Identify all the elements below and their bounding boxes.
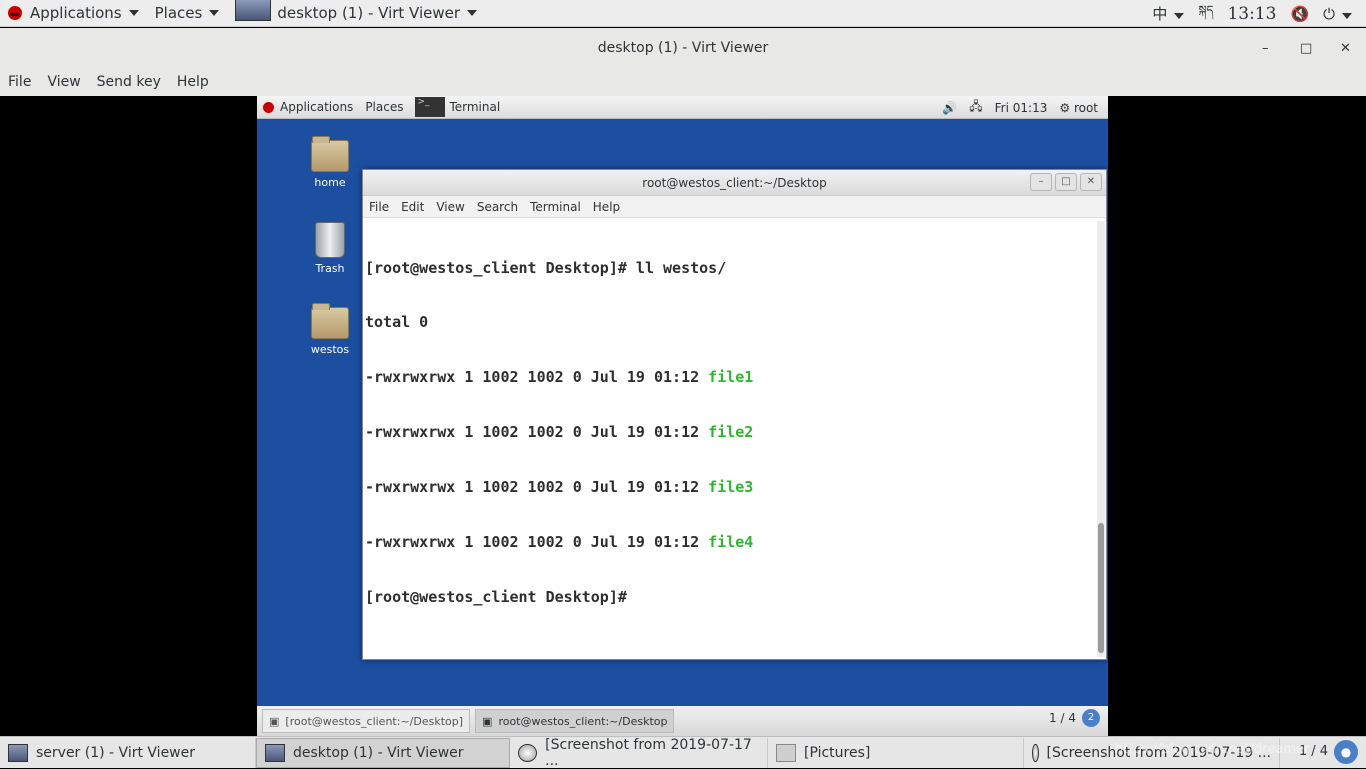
- virt-viewer-icon: [265, 743, 285, 762]
- guest-display[interactable]: Applications Places >_ Terminal 🔊 🖧 Fri 0…: [257, 96, 1108, 736]
- terminal-maximize-button[interactable]: □: [1055, 173, 1077, 191]
- network-icon[interactable]: 🖧: [969, 97, 982, 118]
- host-active-app-label: desktop (1) - Virt Viewer: [277, 4, 461, 22]
- window-titlebar: desktop (1) - Virt Viewer: [0, 28, 1366, 68]
- terminal-titlebar[interactable]: root@westos_client:~/Desktop – □ ✕: [363, 170, 1106, 196]
- desktop-icon-home[interactable]: home: [300, 136, 360, 189]
- chevron-down-icon: [1342, 12, 1352, 19]
- trash-icon: [315, 222, 345, 258]
- terminal-line: -rwxrwxrwx 1 1002 1002 0 Jul 19 01:12 fi…: [365, 423, 754, 442]
- guest-workspace-indicator[interactable]: 1 / 4: [1049, 711, 1076, 725]
- volume-muted-icon[interactable]: 🔇: [1290, 5, 1309, 23]
- desktop-icon-westos[interactable]: westos: [300, 303, 360, 356]
- host-status-area: 中 སྐད 13:13 🔇 ⏻: [1152, 0, 1366, 27]
- host-places-menu[interactable]: Places: [147, 0, 228, 27]
- redhat-icon: [263, 101, 274, 113]
- terminal-line: -rwxrwxrwx 1 1002 1002 0 Jul 19 01:12 fi…: [365, 368, 754, 387]
- terminal-title: root@westos_client:~/Desktop: [642, 175, 827, 190]
- terminal-menu-edit[interactable]: Edit: [395, 200, 430, 214]
- close-button[interactable]: ✕: [1340, 28, 1351, 68]
- window-title: desktop (1) - Virt Viewer: [597, 40, 769, 56]
- terminal-icon: >_: [415, 97, 446, 117]
- maximize-button[interactable]: □: [1300, 28, 1312, 68]
- host-applications-label: Applications: [30, 4, 122, 22]
- host-task-server[interactable]: server (1) - Virt Viewer: [0, 737, 256, 768]
- host-places-label: Places: [154, 4, 203, 22]
- input-method-indicator[interactable]: 中: [1152, 3, 1185, 24]
- watermark: https://blog.csdn.net/dreamer: [1115, 742, 1310, 757]
- virt-viewer-icon: [235, 0, 272, 21]
- host-active-app-menu[interactable]: desktop (1) - Virt Viewer: [227, 0, 485, 27]
- home-folder-icon: [311, 136, 349, 172]
- guest-taskbar: ▣ [root@westos_client:~/Desktop] ▣ root@we…: [257, 706, 1108, 736]
- minimize-button[interactable]: –: [1262, 28, 1269, 68]
- terminal-line: [root@westos_client Desktop]# ll westos/: [365, 258, 727, 277]
- guest-top-bar: Applications Places >_ Terminal 🔊 🖧 Fri 0…: [257, 96, 1108, 119]
- terminal-output[interactable]: [root@westos_client Desktop]# ll westos/…: [365, 221, 1096, 659]
- guest-task-item[interactable]: ▣ [root@westos_client:~/Desktop]: [262, 709, 471, 733]
- guest-notification-badge[interactable]: 2: [1082, 709, 1100, 727]
- terminal-line: [root@westos_client Desktop]#: [365, 587, 627, 606]
- scrollbar-thumb[interactable]: [1098, 523, 1104, 653]
- menu-file[interactable]: File: [0, 74, 39, 90]
- guest-places-menu[interactable]: Places: [359, 100, 409, 114]
- chevron-down-icon: [1174, 13, 1185, 19]
- host-notification-icon[interactable]: ●: [1334, 740, 1358, 764]
- guest-task-item-active[interactable]: ▣ root@westos_client:~/Desktop: [475, 709, 675, 733]
- guest-terminal-menu[interactable]: >_ Terminal: [409, 97, 506, 117]
- terminal-icon: ▣: [482, 714, 493, 728]
- chevron-down-icon: [467, 10, 478, 16]
- folder-icon: [311, 303, 349, 339]
- guest-clock[interactable]: Fri 01:13: [995, 101, 1048, 115]
- chevron-down-icon: [209, 10, 220, 16]
- host-clock[interactable]: 13:13: [1227, 4, 1276, 24]
- menubar: File View Send key Help: [0, 68, 1366, 96]
- terminal-menu-view[interactable]: View: [430, 200, 470, 214]
- host-task-pictures[interactable]: [Pictures]: [768, 737, 1024, 768]
- terminal-line: total 0: [365, 313, 429, 332]
- terminal-scrollbar[interactable]: [1097, 221, 1105, 657]
- host-applications-menu[interactable]: Applications: [0, 0, 147, 27]
- virt-viewer-icon: [8, 743, 28, 762]
- host-task-screenshot-1[interactable]: [Screenshot from 2019-07-17 ...: [510, 737, 768, 769]
- image-viewer-icon: [518, 743, 538, 762]
- terminal-line: -rwxrwxrwx 1 1002 1002 0 Jul 19 01:12 fi…: [365, 533, 754, 552]
- terminal-menu-help[interactable]: Help: [587, 200, 626, 214]
- terminal-menu-search[interactable]: Search: [471, 200, 524, 214]
- user-menu[interactable]: ⚙ root: [1059, 101, 1098, 115]
- terminal-menubar: File Edit View Search Terminal Help: [363, 196, 1106, 218]
- volume-icon[interactable]: 🔊: [942, 101, 957, 115]
- chevron-down-icon: [128, 10, 139, 16]
- host-task-desktop[interactable]: desktop (1) - Virt Viewer: [256, 737, 510, 768]
- terminal-window: root@westos_client:~/Desktop – □ ✕ File …: [362, 169, 1107, 660]
- menu-send-key[interactable]: Send key: [89, 74, 169, 90]
- terminal-icon: ▣: [269, 714, 280, 728]
- terminal-minimize-button[interactable]: –: [1030, 173, 1052, 191]
- redhat-icon: [8, 6, 22, 20]
- locale-indicator[interactable]: སྐད: [1198, 0, 1213, 31]
- terminal-line: -rwxrwxrwx 1 1002 1002 0 Jul 19 01:12 fi…: [365, 478, 754, 497]
- power-icon[interactable]: ⏻: [1323, 5, 1352, 23]
- desktop-icon-trash[interactable]: Trash: [300, 222, 360, 275]
- terminal-close-button[interactable]: ✕: [1080, 173, 1102, 191]
- menu-help[interactable]: Help: [169, 74, 217, 90]
- guest-applications-menu[interactable]: Applications: [257, 100, 359, 114]
- terminal-menu-file[interactable]: File: [363, 200, 395, 214]
- image-viewer-icon: [1032, 743, 1039, 762]
- menu-view[interactable]: View: [39, 74, 88, 90]
- file-manager-icon: [776, 743, 796, 762]
- terminal-menu-terminal[interactable]: Terminal: [524, 200, 587, 214]
